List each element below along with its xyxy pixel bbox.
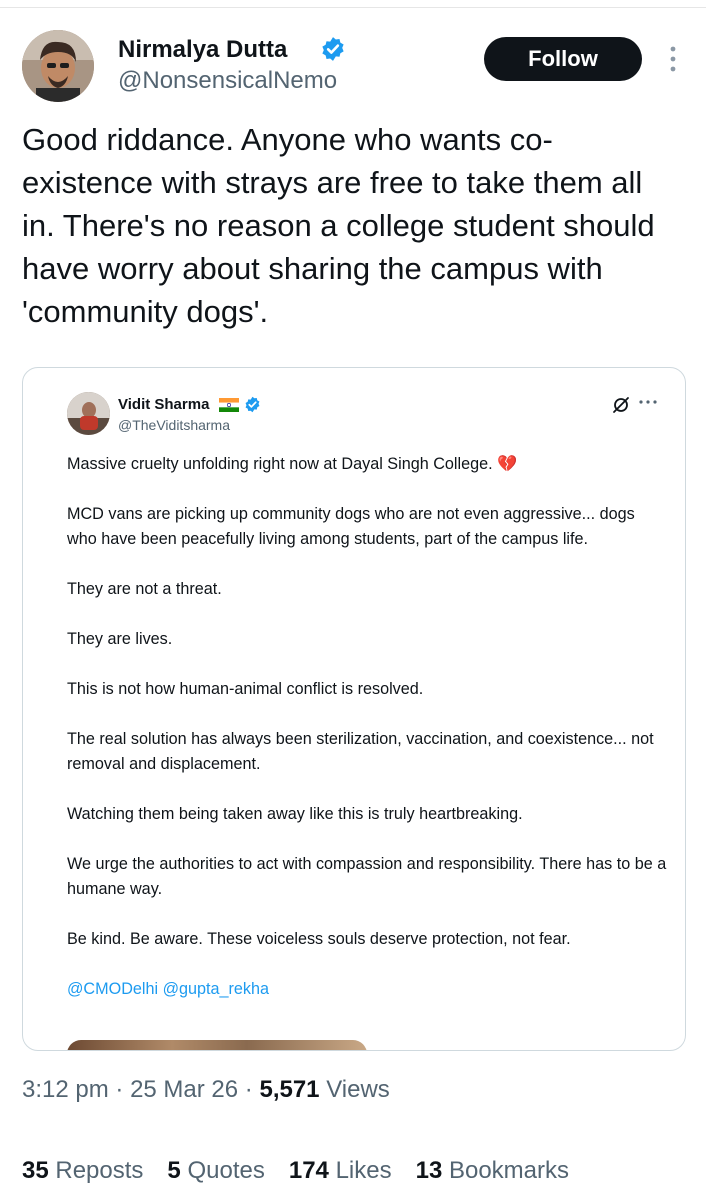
more-vertical-icon[interactable] — [664, 44, 682, 74]
quoted-paragraph: They are not a threat. — [67, 580, 222, 598]
tweet-meta: 3:12 pm · 25 Mar 26 · 5,571 Views — [22, 1076, 390, 1104]
more-horizontal-icon[interactable] — [637, 397, 659, 407]
separator-dot: · — [244, 1076, 260, 1103]
follow-button[interactable]: Follow — [484, 37, 642, 81]
tweet-date[interactable]: 25 Mar 26 — [130, 1076, 238, 1103]
bookmarks-label: Bookmarks — [448, 1157, 570, 1184]
quoted-paragraph: Massive cruelty unfolding right now at D… — [67, 455, 518, 473]
author-handle[interactable]: @NonsensicalNemo — [118, 67, 337, 95]
verified-badge-icon — [322, 37, 344, 61]
quotes-label: Quotes — [187, 1157, 265, 1184]
reposts-count: 35 — [22, 1157, 49, 1184]
likes-label: Likes — [335, 1157, 392, 1184]
quoted-tweet-card[interactable]: Vidit Sharma @TheViditsharma Massive cru… — [22, 367, 686, 1051]
bookmarks-count: 13 — [415, 1157, 443, 1184]
grok-icon[interactable] — [611, 395, 631, 415]
quoted-avatar[interactable] — [67, 392, 110, 435]
engagement-stats: 35 Reposts 5 Quotes 174 Likes 13 Bookmar… — [22, 1157, 569, 1185]
quoted-paragraph: MCD vans are picking up community dogs w… — [67, 505, 635, 548]
quoted-author-handle[interactable]: @TheViditsharma — [118, 417, 230, 433]
quoted-tweet-body: Massive cruelty unfolding right now at D… — [67, 452, 667, 1027]
top-divider — [0, 7, 706, 8]
mention-links[interactable]: @CMODelhi @gupta_rekha — [67, 977, 667, 1002]
views-label: Views — [326, 1076, 390, 1103]
author-name[interactable]: Nirmalya Dutta — [118, 36, 287, 64]
quoted-paragraph: This is not how human-animal conflict is… — [67, 680, 424, 698]
quoted-author-name[interactable]: Vidit Sharma — [118, 396, 209, 413]
quoted-paragraph: Be kind. Be aware. These voiceless souls… — [67, 930, 571, 948]
likes-count: 174 — [288, 1157, 329, 1184]
reposts-stat[interactable]: 35 Reposts — [22, 1157, 143, 1185]
tweet-text: Good riddance. Anyone who wants co-exist… — [22, 122, 655, 329]
quoted-media-preview[interactable] — [67, 1040, 367, 1050]
avatar[interactable] — [22, 30, 94, 102]
quoted-paragraph: They are lives. — [67, 630, 173, 648]
india-flag-icon — [219, 398, 239, 412]
quoted-paragraph: We urge the authorities to act with comp… — [67, 855, 667, 898]
verified-badge-icon — [245, 396, 260, 413]
quoted-paragraph: The real solution has always been steril… — [67, 730, 654, 773]
quoted-paragraph: Watching them being taken away like this… — [67, 805, 523, 823]
likes-stat[interactable]: 174 Likes — [289, 1157, 392, 1185]
reposts-label: Reposts — [55, 1157, 144, 1184]
quotes-count: 5 — [167, 1157, 181, 1184]
quotes-stat[interactable]: 5 Quotes — [167, 1157, 264, 1185]
bookmarks-stat[interactable]: 13 Bookmarks — [416, 1157, 569, 1185]
tweet-time[interactable]: 3:12 pm — [22, 1076, 109, 1103]
views-count: 5,571 — [259, 1076, 320, 1103]
separator-dot: · — [115, 1076, 131, 1103]
